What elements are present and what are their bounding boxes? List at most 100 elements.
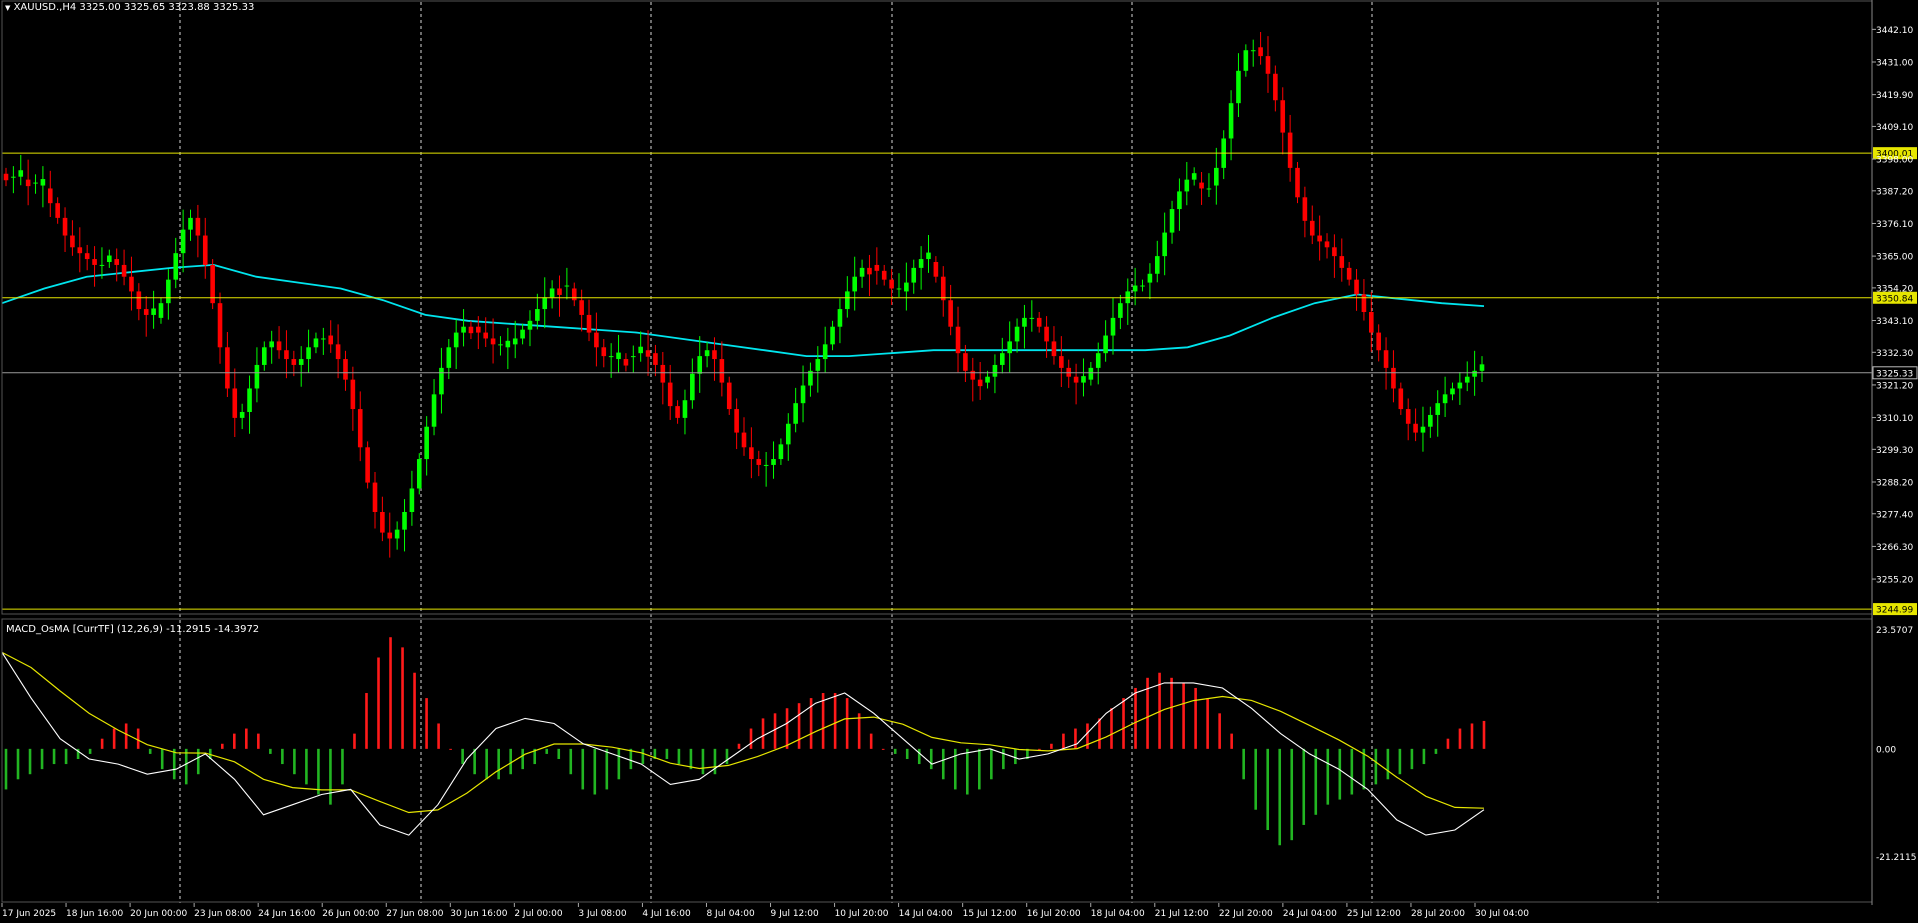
histogram-bar xyxy=(389,637,392,749)
candle-body xyxy=(601,347,607,357)
histogram-bar xyxy=(905,748,909,759)
histogram-bar xyxy=(665,748,669,759)
histogram-bar xyxy=(40,748,44,770)
candle-body xyxy=(173,253,179,280)
candle-body xyxy=(985,376,990,383)
time-tick-label: 27 Jun 08:00 xyxy=(386,909,443,919)
histogram-bar xyxy=(100,738,104,749)
histogram-bar xyxy=(1434,748,1438,754)
candle-body xyxy=(158,303,164,318)
histogram-bar xyxy=(545,748,549,754)
candle-body xyxy=(18,170,24,177)
candle-body xyxy=(719,359,725,383)
price-tick-label: 3376.10 xyxy=(1876,220,1913,230)
histogram-bar xyxy=(749,728,753,749)
candle-body xyxy=(1214,167,1219,186)
histogram-bar xyxy=(725,748,729,765)
histogram-bar xyxy=(1242,748,1245,780)
candle-body xyxy=(1081,376,1086,383)
histogram-bar xyxy=(1050,743,1053,749)
price-tick-label: 3419.90 xyxy=(1876,91,1913,101)
histogram-bar xyxy=(1302,748,1306,825)
candle-body xyxy=(394,529,400,539)
price-tick-label: 3365.00 xyxy=(1876,253,1913,263)
histogram-bar xyxy=(978,748,981,790)
histogram-bar xyxy=(605,748,609,790)
candle-body xyxy=(1191,173,1197,180)
candle-body xyxy=(239,412,245,418)
candle-body xyxy=(1420,426,1426,433)
candle-body xyxy=(557,288,562,295)
histogram-bar xyxy=(425,698,428,749)
candle-body xyxy=(1073,376,1079,383)
time-tick-label: 14 Jul 04:00 xyxy=(899,909,953,919)
histogram-bar xyxy=(1410,748,1414,770)
histogram-bar xyxy=(773,713,777,749)
macd-histogram-layer xyxy=(4,637,1486,846)
histogram-bar xyxy=(893,748,897,754)
candle-body xyxy=(631,356,636,358)
candles-layer xyxy=(3,32,1485,558)
histogram-bar xyxy=(1278,748,1282,846)
macd-line xyxy=(1,652,1485,836)
candle-body xyxy=(1118,303,1123,318)
candle-body xyxy=(660,364,666,383)
candle-body xyxy=(1199,182,1204,189)
candle-body xyxy=(741,432,747,448)
histogram-bar xyxy=(257,733,260,749)
candle-body xyxy=(387,532,393,539)
price-tick-label: 3321.20 xyxy=(1876,381,1913,391)
moving-average-line xyxy=(1,263,1485,357)
time-tick-label: 8 Jul 04:00 xyxy=(706,909,755,919)
histogram-bar xyxy=(641,748,645,765)
candle-body xyxy=(129,276,134,292)
candle-body xyxy=(284,350,289,360)
candle-body xyxy=(461,326,466,333)
candle-body xyxy=(1162,232,1167,257)
candle-body xyxy=(815,359,821,371)
candle-body xyxy=(918,259,924,268)
candle-body xyxy=(1442,394,1448,404)
symbol-line: XAUUSD.,H4 3325.00 3325.65 3323.88 3325.… xyxy=(13,2,255,13)
histogram-bar xyxy=(569,748,573,775)
candle-body xyxy=(453,332,459,348)
candle-body xyxy=(675,406,680,418)
candle-body xyxy=(62,217,68,236)
candle-body xyxy=(1140,285,1145,287)
candle-body xyxy=(667,382,673,407)
candle-body xyxy=(1250,50,1256,52)
histogram-bar xyxy=(172,748,176,780)
candle-body xyxy=(734,409,739,433)
symbol-header: ▼ XAUUSD.,H4 3325.00 3325.65 3323.88 332… xyxy=(5,2,254,13)
candle-body xyxy=(1302,197,1308,221)
candle-body xyxy=(1095,353,1101,368)
candle-body xyxy=(313,338,319,348)
time-tick-label: 30 Jun 16:00 xyxy=(450,909,507,919)
histogram-bar xyxy=(437,723,440,749)
histogram-bar xyxy=(1182,682,1185,749)
candle-body xyxy=(372,482,378,512)
candle-body xyxy=(1479,364,1485,371)
histogram-bar xyxy=(365,693,368,749)
candle-body xyxy=(616,352,621,360)
histogram-bar xyxy=(136,728,140,749)
candle-body xyxy=(896,288,902,290)
histogram-bar xyxy=(833,693,837,749)
candle-body xyxy=(424,426,429,460)
histogram-bar xyxy=(845,698,849,749)
histogram-bar xyxy=(509,748,512,775)
candle-body xyxy=(904,282,909,292)
time-tick-label: 15 Jul 12:00 xyxy=(963,909,1017,919)
candle-body xyxy=(1236,70,1241,104)
price-pane-frame xyxy=(1,0,1873,615)
collapse-triangle-icon[interactable]: ▼ xyxy=(5,4,10,12)
candle-body xyxy=(3,173,9,181)
candle-body xyxy=(107,255,112,262)
candle-body xyxy=(933,262,939,277)
time-tick-label: 21 Jul 12:00 xyxy=(1155,909,1209,919)
time-tick-label: 18 Jul 04:00 xyxy=(1091,909,1145,919)
candle-body xyxy=(542,297,548,310)
horizontal-levels-layer: 3400.013350.843244.993325.33 xyxy=(2,147,1918,616)
candle-body xyxy=(1369,312,1374,333)
histogram-bar xyxy=(869,733,873,749)
